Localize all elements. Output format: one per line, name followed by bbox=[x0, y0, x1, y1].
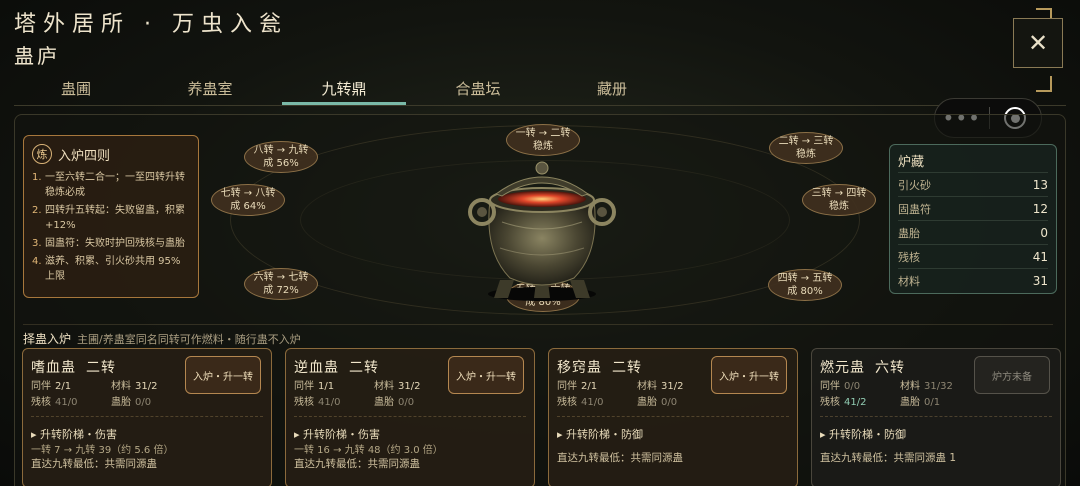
node-3-to-4: 三转 → 四转 稳炼 bbox=[802, 184, 876, 216]
select-title: 择蛊入炉 bbox=[23, 332, 72, 346]
node-6-to-7: 六转 → 七转 成 72% bbox=[244, 268, 318, 300]
tab-altar[interactable]: 合蛊坛 bbox=[416, 76, 540, 105]
node-2-to-3: 二转 → 三转 稳炼 bbox=[769, 132, 843, 164]
upgrade-path-requirement: 直达九转最低：共需同源蛊 bbox=[31, 458, 157, 470]
nine-turn-cauldron-illustration bbox=[468, 161, 616, 301]
node-8-to-9: 八转 → 九转 成 56% bbox=[244, 141, 318, 173]
tab-cauldron[interactable]: 九转鼎 bbox=[282, 76, 406, 105]
upgrade-path-toggle[interactable]: ▸ 升转阶梯・伤害 bbox=[294, 426, 380, 442]
refine-button[interactable]: 入炉・升一转 bbox=[711, 356, 787, 394]
page-subtitle: 蛊庐 bbox=[14, 44, 60, 68]
close-button[interactable]: ✕ bbox=[1013, 18, 1063, 68]
tab-nursery[interactable]: 养蛊室 bbox=[148, 76, 272, 105]
rule-item: 1. 一至六转二合一；一至四转升转稳炼必成 bbox=[32, 172, 185, 198]
upgrade-path-toggle[interactable]: ▸ 升转阶梯・防御 bbox=[820, 426, 906, 442]
refine-button[interactable]: 入炉・升一转 bbox=[448, 356, 524, 394]
gu-stats: 同伴 2/1 材料 31/2 残核 41/0 蛊胎 0/0 bbox=[31, 381, 158, 408]
gu-stats: 同伴 2/1 材料 31/2 残核 41/0 蛊胎 0/0 bbox=[557, 381, 684, 408]
rule-item: 3. 固蛊符：失败时护回残核与蛊胎 bbox=[32, 238, 185, 249]
storage-panel: 炉藏 引火砂 13 固蛊符 12 蛊胎 0 残核 41 材料 31 bbox=[889, 144, 1057, 294]
storage-row: 残核 41 bbox=[898, 244, 1048, 268]
storage-row: 引火砂 13 bbox=[898, 172, 1048, 196]
rules-title: 入炉四则 bbox=[58, 148, 111, 164]
select-subtitle: 主圃/养蛊室同名同转可作燃料・随行蛊不入炉 bbox=[77, 333, 301, 346]
gu-card[interactable]: 嗜血蛊 二转 入炉・升一转 同伴 2/1 材料 31/2 残核 41/0 蛊胎 0/0 ▸… bbox=[22, 348, 272, 486]
tab-bar: 蛊圃 养蛊室 九转鼎 合蛊坛 藏册 bbox=[14, 76, 1066, 106]
refine-badge-icon: 炼 bbox=[32, 144, 52, 164]
rules-box: 炼 入炉四则 1. 一至六转二合一；一至四转升转稳炼必成 2. 四转升五转起：失败留… bbox=[23, 135, 199, 298]
gu-stats: 同伴 1/1 材料 31/2 残核 41/0 蛊胎 0/0 bbox=[294, 381, 421, 408]
upgrade-path-toggle[interactable]: ▸ 升转阶梯・防御 bbox=[557, 426, 643, 442]
rule-item: 2. 四转升五转起：失败留蛊，积累 +12% bbox=[32, 205, 185, 231]
close-icon: ✕ bbox=[1027, 29, 1049, 57]
gu-card[interactable]: 逆血蛊 二转 入炉・升一转 同伴 1/1 材料 31/2 残核 41/0 蛊胎 0/0 ▸… bbox=[285, 348, 535, 486]
storage-row: 材料 31 bbox=[898, 268, 1048, 292]
upgrade-path-toggle[interactable]: ▸ 升转阶梯・伤害 bbox=[31, 426, 117, 442]
tab-archive[interactable]: 藏册 bbox=[550, 76, 674, 105]
gu-stats: 同伴 0/0 材料 31/32 残核 41/2 蛊胎 0/1 bbox=[820, 381, 953, 408]
upgrade-path-requirement: 直达九转最低：共需同源蛊 1 bbox=[820, 452, 957, 464]
refine-button[interactable]: 入炉・升一转 bbox=[185, 356, 261, 394]
gu-card[interactable]: 移窍蛊 二转 入炉・升一转 同伴 2/1 材料 31/2 残核 41/0 蛊胎 0/0 ▸… bbox=[548, 348, 798, 486]
select-section-header: 择蛊入炉 主圃/养蛊室同名同转可作燃料・随行蛊不入炉 bbox=[23, 324, 1053, 346]
storage-title: 炉藏 bbox=[898, 155, 925, 170]
upgrade-path-detail: 一转 7 → 九转 39（约 5.6 倍） bbox=[31, 445, 174, 456]
gu-card[interactable]: 燃元蛊 六转 炉方未备 同伴 0/0 材料 31/32 残核 41/2 蛊胎 0/1 ▸ … bbox=[811, 348, 1061, 486]
tab-garden[interactable]: 蛊圃 bbox=[14, 76, 138, 105]
upgrade-path-requirement: 直达九转最低：共需同源蛊 bbox=[557, 452, 683, 464]
rule-item: 4. 滋养、积累、引火砂共用 95% 上限 bbox=[32, 256, 181, 282]
upgrade-path-detail: 一转 16 → 九转 48（约 3.0 倍） bbox=[294, 445, 443, 456]
recipe-unavailable-button[interactable]: 炉方未备 bbox=[974, 356, 1050, 394]
node-7-to-8: 七转 → 八转 成 64% bbox=[211, 184, 285, 216]
card-divider bbox=[557, 416, 789, 417]
card-divider bbox=[294, 416, 526, 417]
card-divider bbox=[820, 416, 1052, 417]
page-title: 塔外居所 · 万虫入瓮 bbox=[14, 12, 288, 37]
storage-row: 蛊胎 0 bbox=[898, 220, 1048, 244]
node-4-to-5: 四转 → 五转 成 80% bbox=[768, 269, 842, 301]
storage-row: 固蛊符 12 bbox=[898, 196, 1048, 220]
card-divider bbox=[31, 416, 263, 417]
upgrade-path-requirement: 直达九转最低：共需同源蛊 bbox=[294, 458, 420, 470]
